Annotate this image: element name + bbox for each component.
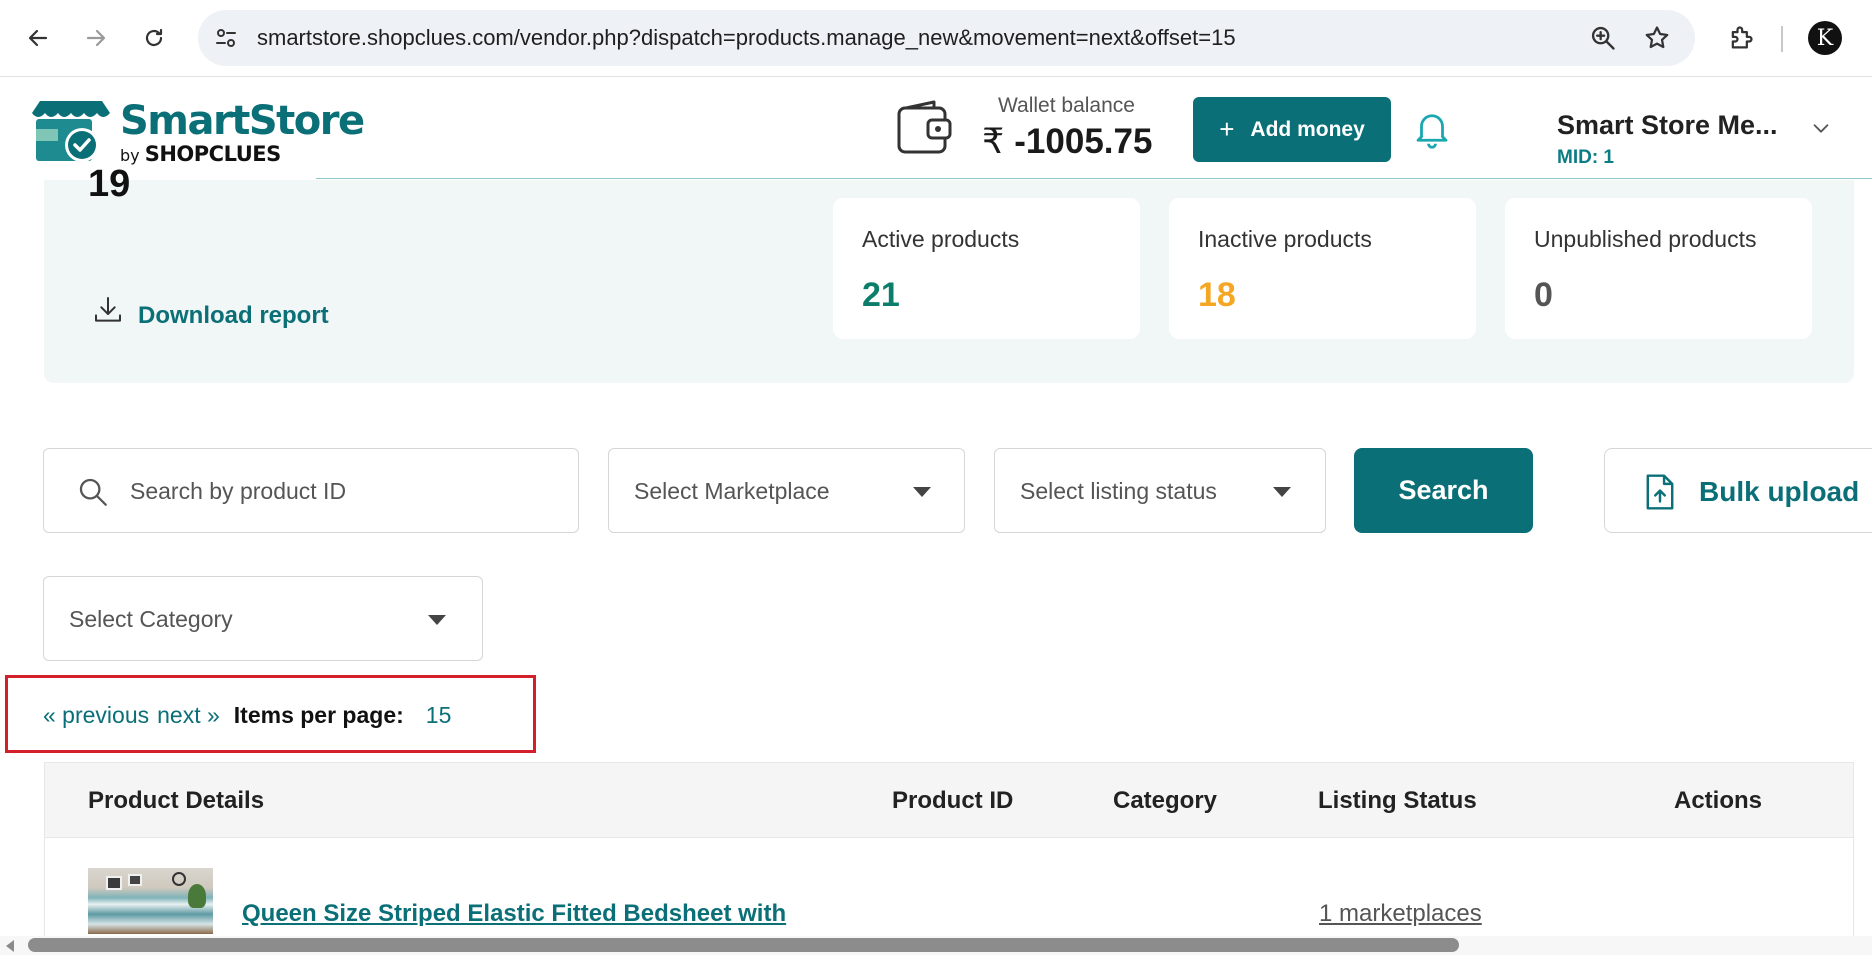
chevron-down-icon[interactable] — [1810, 117, 1832, 139]
search-button[interactable]: Search — [1354, 448, 1533, 533]
category-select[interactable]: Select Category — [43, 576, 483, 661]
forward-arrow-icon — [86, 29, 106, 47]
inactive-products-card[interactable]: Inactive products 18 — [1169, 198, 1476, 339]
inactive-products-label: Inactive products — [1198, 226, 1372, 252]
unpublished-products-card[interactable]: Unpublished products 0 — [1505, 198, 1812, 339]
pagination: « previous next » Items per page: 15 — [43, 702, 451, 729]
wallet-balance-label: Wallet balance — [998, 94, 1135, 117]
items-per-page-value[interactable]: 15 — [426, 702, 452, 729]
store-logo-icon — [32, 101, 110, 162]
add-money-button[interactable]: + Add money — [1193, 97, 1391, 162]
table-row: Queen Size Striped Elastic Fitted Bedshe… — [44, 838, 1854, 938]
wallet-icon — [897, 100, 952, 154]
puzzle-icon — [1731, 26, 1753, 49]
table-header: Product Details Product ID Category List… — [44, 762, 1854, 838]
app-header: SmartStore by SHOPCLUES Wallet balance ₹… — [0, 77, 1872, 179]
smartstore-logo[interactable]: SmartStore by SHOPCLUES — [28, 99, 365, 167]
unpublished-products-label: Unpublished products — [1534, 226, 1757, 252]
marketplace-placeholder: Select Marketplace — [634, 478, 830, 504]
download-report-link[interactable]: Download report — [92, 290, 329, 330]
extensions-button[interactable] — [1721, 18, 1761, 58]
notification-bell-icon[interactable] — [1411, 107, 1453, 149]
listing-status-select[interactable]: Select listing status — [994, 448, 1326, 533]
search-icon — [79, 478, 107, 506]
column-header-category: Category — [1113, 787, 1218, 814]
active-products-label: Active products — [862, 226, 1020, 252]
search-placeholder: Search by product ID — [130, 478, 347, 504]
address-bar[interactable]: smartstore.shopclues.com/vendor.php?disp… — [198, 10, 1695, 66]
next-page-link[interactable]: next » — [157, 702, 220, 729]
logo-byline: by SHOPCLUES — [120, 143, 281, 167]
site-settings-icon[interactable] — [214, 26, 238, 50]
bulk-upload-button[interactable]: Bulk upload — [1604, 448, 1872, 533]
column-header-listing-status: Listing Status — [1318, 787, 1477, 814]
product-name-link[interactable]: Queen Size Striped Elastic Fitted Bedshe… — [242, 900, 786, 928]
active-products-value: 21 — [862, 276, 900, 314]
bookmark-star-icon[interactable] — [1643, 24, 1671, 52]
forward-button[interactable] — [76, 18, 116, 58]
category-placeholder: Select Category — [69, 606, 233, 632]
thumbnail-detail — [128, 874, 142, 886]
bulk-upload-label: Bulk upload — [1699, 476, 1860, 507]
store-mid: MID: 1 — [1557, 147, 1614, 168]
caret-down-icon — [1273, 487, 1291, 497]
wallet-balance-amount: ₹ -1005.75 — [982, 122, 1152, 162]
items-per-page-label: Items per page: — [233, 702, 404, 728]
wallet-amount-value: -1005.75 — [1014, 122, 1153, 161]
unpublished-products-value: 0 — [1534, 276, 1553, 314]
url-text[interactable]: smartstore.shopclues.com/vendor.php?disp… — [257, 10, 1236, 66]
download-report-label: Download report — [138, 302, 329, 329]
store-name[interactable]: Smart Store Me... — [1557, 110, 1778, 141]
scrollbar-thumb[interactable] — [28, 938, 1459, 952]
reload-icon — [145, 28, 163, 47]
scroll-left-arrow-icon[interactable] — [6, 940, 14, 952]
caret-down-icon — [428, 615, 446, 625]
thumbnail-detail — [106, 876, 122, 890]
toolbar-divider — [1781, 26, 1783, 52]
previous-page-link[interactable]: « previous — [43, 702, 149, 729]
column-header-actions: Actions — [1674, 787, 1763, 814]
file-upload-icon — [1646, 474, 1674, 510]
logo-brand: SHOPCLUES — [144, 142, 282, 166]
thumbnail-detail — [188, 884, 206, 908]
inactive-products-value: 18 — [1198, 276, 1236, 314]
browser-toolbar: smartstore.shopclues.com/vendor.php?disp… — [0, 0, 1872, 77]
thumbnail-detail — [172, 872, 186, 886]
download-icon — [95, 297, 121, 322]
listing-status-placeholder: Select listing status — [1020, 478, 1217, 504]
add-money-label: Add money — [1250, 117, 1365, 141]
back-arrow-icon — [28, 29, 48, 47]
column-header-product-id: Product ID — [892, 787, 1014, 814]
plus-icon: + — [1219, 114, 1235, 144]
horizontal-scrollbar[interactable] — [0, 936, 1872, 955]
profile-avatar[interactable]: K — [1808, 21, 1842, 55]
column-header-product-details: Product Details — [88, 787, 265, 814]
total-products-count: 19 — [88, 163, 131, 205]
reload-button[interactable] — [134, 18, 174, 58]
marketplace-select[interactable]: Select Marketplace — [608, 448, 965, 533]
back-button[interactable] — [18, 18, 58, 58]
marketplaces-link[interactable]: 1 marketplaces — [1319, 900, 1482, 928]
zoom-icon[interactable] — [1589, 24, 1617, 52]
logo-wordmark: SmartStore — [120, 98, 365, 144]
logo-underline — [0, 177, 316, 179]
currency-symbol: ₹ — [982, 122, 1005, 161]
active-products-card[interactable]: Active products 21 — [833, 198, 1140, 339]
search-input[interactable]: Search by product ID — [43, 448, 579, 533]
product-thumbnail[interactable] — [88, 868, 213, 934]
caret-down-icon — [913, 487, 931, 497]
